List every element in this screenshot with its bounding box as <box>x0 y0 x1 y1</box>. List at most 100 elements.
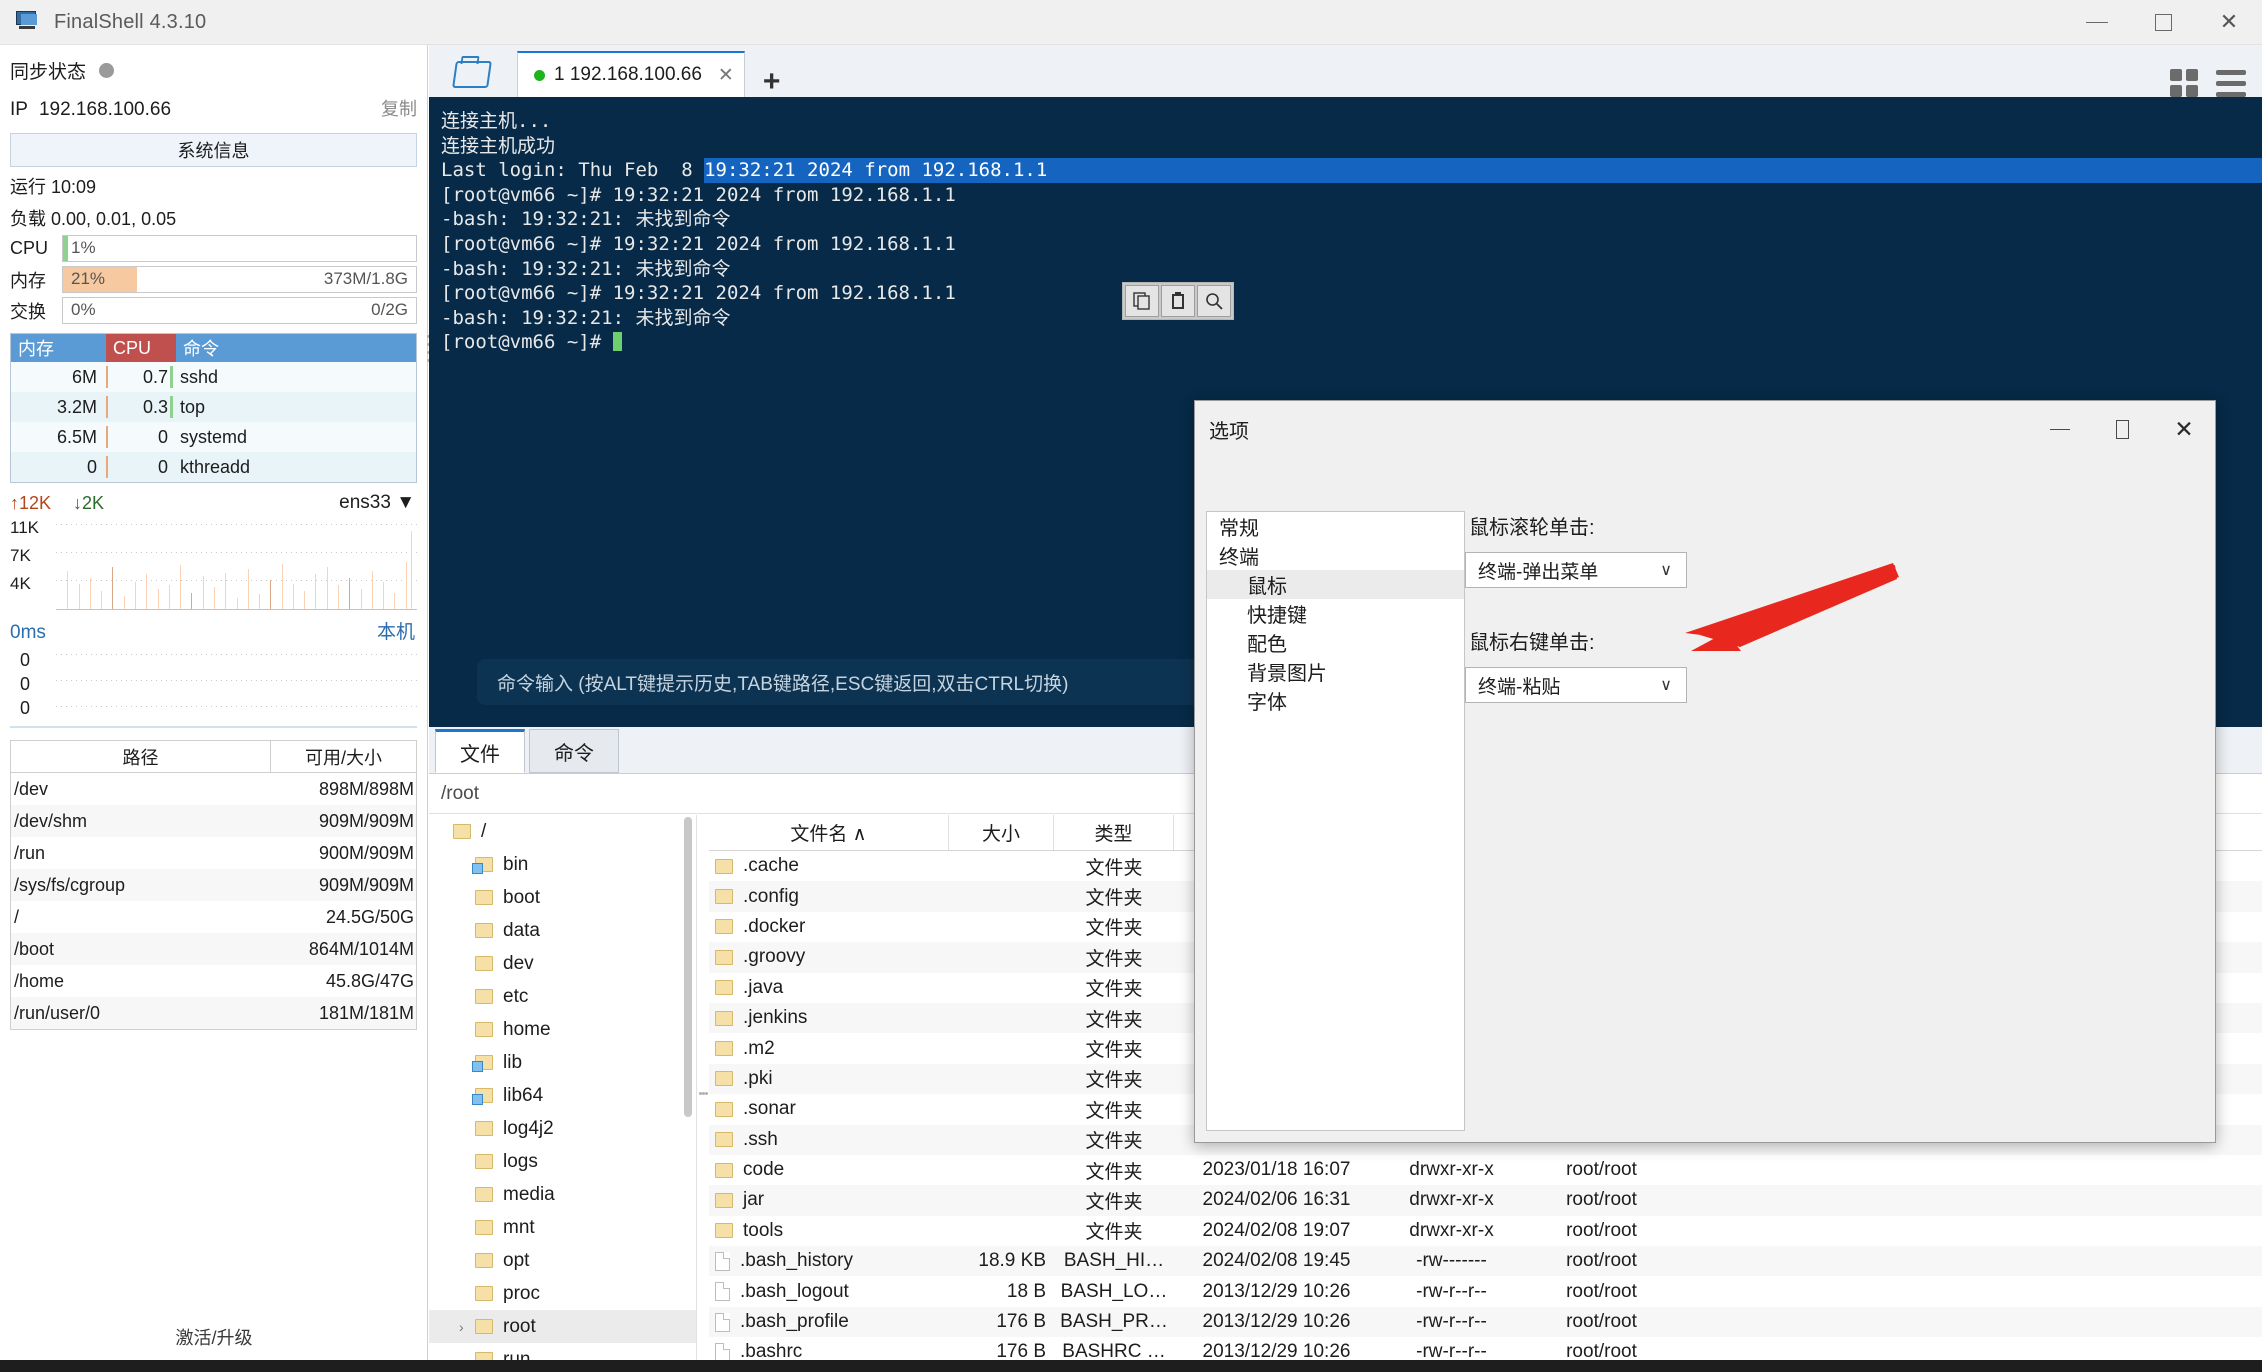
file-name: .bash_profile <box>709 1307 949 1337</box>
grid-view-icon[interactable] <box>2170 69 2198 97</box>
server-monitor-sidebar: 同步状态 IP 192.168.100.66 复制 系统信息 运行 10:09 … <box>0 45 428 1372</box>
options-maximize-button[interactable] <box>2091 401 2153 457</box>
options-nav-item[interactable]: 鼠标 <box>1207 570 1464 599</box>
net-bar <box>360 588 362 609</box>
options-nav-item[interactable]: 终端 <box>1207 541 1464 570</box>
disk-row[interactable]: /dev/shm 909M/909M <box>11 805 416 837</box>
tree-item-dev[interactable]: dev <box>429 947 696 980</box>
directory-tree: / bin boot data dev etc home lib lib64 log4j2 logs… <box>429 815 697 1372</box>
disk-row[interactable]: /boot 864M/1014M <box>11 933 416 965</box>
disk-row[interactable]: / 24.5G/50G <box>11 901 416 933</box>
tree-item-root[interactable]: / <box>429 815 696 848</box>
tree-scrollbar[interactable] <box>684 817 692 1117</box>
tree-item-boot[interactable]: boot <box>429 881 696 914</box>
open-file-manager-button[interactable] <box>437 51 507 97</box>
gauge-row-2: 交换 0% 0/2G <box>0 293 427 324</box>
file-row[interactable]: tools 文件夹 2024/02/08 19:07 drwxr-xr-x root/r… <box>709 1216 2262 1246</box>
net-bar <box>338 585 339 609</box>
options-nav-item[interactable]: 字体 <box>1207 686 1464 715</box>
process-row[interactable]: 3.2M 0.3 top <box>11 392 416 422</box>
session-tab-1[interactable]: 1 192.168.100.66 ✕ <box>517 51 745 97</box>
file-col-header-0[interactable]: 文件名 ∧ <box>709 815 949 850</box>
col-header-command[interactable]: 命令 <box>176 334 416 362</box>
tree-item-proc[interactable]: proc <box>429 1277 696 1310</box>
tree-item-log4j2[interactable]: log4j2 <box>429 1112 696 1145</box>
option-field-dropdown[interactable]: 终端-弹出菜单 ∨ <box>1465 552 1687 588</box>
disk-row[interactable]: /run/user/0 181M/181M <box>11 997 416 1029</box>
tree-item-lib[interactable]: lib <box>429 1046 696 1079</box>
options-nav-item[interactable]: 配色 <box>1207 628 1464 657</box>
session-tab-close-icon[interactable]: ✕ <box>718 64 734 87</box>
tree-item-root[interactable]: › root <box>429 1310 696 1343</box>
file-row[interactable]: .bash_profile 176 B BASH_PR… 2013/12/29 10:… <box>709 1306 2262 1338</box>
file-name: .pki <box>709 1064 949 1094</box>
activate-upgrade-link[interactable]: 激活/升级 <box>0 1324 428 1350</box>
net-bar <box>304 590 305 609</box>
tree-item-etc[interactable]: etc <box>429 980 696 1013</box>
folder-icon <box>715 919 733 935</box>
disk-row[interactable]: /sys/fs/cgroup 909M/909M <box>11 869 416 901</box>
col-header-available-size[interactable]: 可用/大小 <box>271 741 416 772</box>
col-header-memory[interactable]: 内存 <box>11 334 106 362</box>
gauge-bar: 1% <box>62 235 417 262</box>
net-axis-label-2: 4K <box>10 574 31 593</box>
disk-path: /dev/shm <box>14 810 88 831</box>
file-row[interactable]: .bash_logout 18 B BASH_LO… 2013/12/29 10:26… <box>709 1276 2262 1306</box>
file-col-header-1[interactable]: 大小 <box>949 815 1054 850</box>
system-info-button[interactable]: 系统信息 <box>10 133 417 167</box>
options-nav-item[interactable]: 背景图片 <box>1207 657 1464 686</box>
new-session-tab-button[interactable]: + <box>763 67 781 97</box>
col-header-cpu[interactable]: CPU <box>106 334 176 362</box>
option-field-dropdown[interactable]: 终端-粘贴 ∨ <box>1465 667 1687 703</box>
tree-item-bin[interactable]: bin <box>429 848 696 881</box>
window-maximize-button[interactable] <box>2130 0 2196 45</box>
tree-item-logs[interactable]: logs <box>429 1145 696 1178</box>
file-browser-tab-0[interactable]: 文件 <box>435 729 525 773</box>
process-row[interactable]: 6M 0.7 sshd <box>11 362 416 392</box>
file-row[interactable]: .bash_history 18.9 KB BASH_HI… 2024/02/08 1… <box>709 1246 2262 1277</box>
net-bar <box>134 581 136 609</box>
chevron-right-icon[interactable]: › <box>459 1319 475 1335</box>
options-close-button[interactable]: ✕ <box>2153 401 2215 457</box>
tree-item-lib64[interactable]: lib64 <box>429 1079 696 1112</box>
tree-item-media[interactable]: media <box>429 1178 696 1211</box>
tree-item-home[interactable]: home <box>429 1013 696 1046</box>
file-browser-tab-1[interactable]: 命令 <box>529 729 619 773</box>
net-bar <box>411 530 412 609</box>
copy-ip-button[interactable]: 复制 <box>381 95 417 121</box>
tree-item-data[interactable]: data <box>429 914 696 947</box>
load-average-text: 负载 0.00, 0.01, 0.05 <box>10 209 177 229</box>
paste-icon[interactable] <box>1161 285 1195 317</box>
tree-item-mnt[interactable]: mnt <box>429 1211 696 1244</box>
net-graph-bars <box>56 518 417 609</box>
terminal-floating-toolbar <box>1122 282 1234 320</box>
search-icon[interactable] <box>1197 285 1231 317</box>
copy-icon[interactable] <box>1125 285 1159 317</box>
process-command: top <box>180 396 206 417</box>
col-header-path[interactable]: 路径 <box>11 741 271 772</box>
net-bar <box>146 574 147 609</box>
tree-item-opt[interactable]: opt <box>429 1244 696 1277</box>
window-minimize-button[interactable] <box>2064 0 2130 45</box>
file-row[interactable]: jar 文件夹 2024/02/06 16:31 drwxr-xr-x root/roo… <box>709 1185 2262 1216</box>
file-col-header-2[interactable]: 类型 <box>1054 815 1174 850</box>
options-nav-item[interactable]: 快捷键 <box>1207 599 1464 628</box>
gauge-label: 交换 <box>10 301 46 322</box>
window-close-button[interactable]: ✕ <box>2196 0 2262 45</box>
process-row[interactable]: 0 0 kthreadd <box>11 452 416 482</box>
disk-size: 909M/909M <box>318 874 414 895</box>
ping-host-label[interactable]: 本机 <box>377 617 415 644</box>
network-interface-selector[interactable]: ens33 ▼ <box>339 492 415 514</box>
terminal-line: [root@vm66 ~]# 19:32:21 2024 from 192.16… <box>441 282 956 305</box>
options-nav-item[interactable]: 常规 <box>1207 512 1464 541</box>
disk-row[interactable]: /dev 898M/898M <box>11 773 416 805</box>
disk-row[interactable]: /run 900M/909M <box>11 837 416 869</box>
hamburger-menu-icon[interactable] <box>2216 69 2246 97</box>
terminal-line: [root@vm66 ~]# <box>429 330 2262 355</box>
file-date: 2013/12/29 10:26 <box>1202 1280 1351 1302</box>
process-row[interactable]: 6.5M 0 systemd <box>11 422 416 452</box>
file-panes-splitter[interactable] <box>697 815 709 1372</box>
file-row[interactable]: code 文件夹 2023/01/18 16:07 drwxr-xr-x root/ro… <box>709 1155 2262 1185</box>
options-minimize-button[interactable] <box>2029 401 2091 457</box>
disk-row[interactable]: /home 45.8G/47G <box>11 965 416 997</box>
